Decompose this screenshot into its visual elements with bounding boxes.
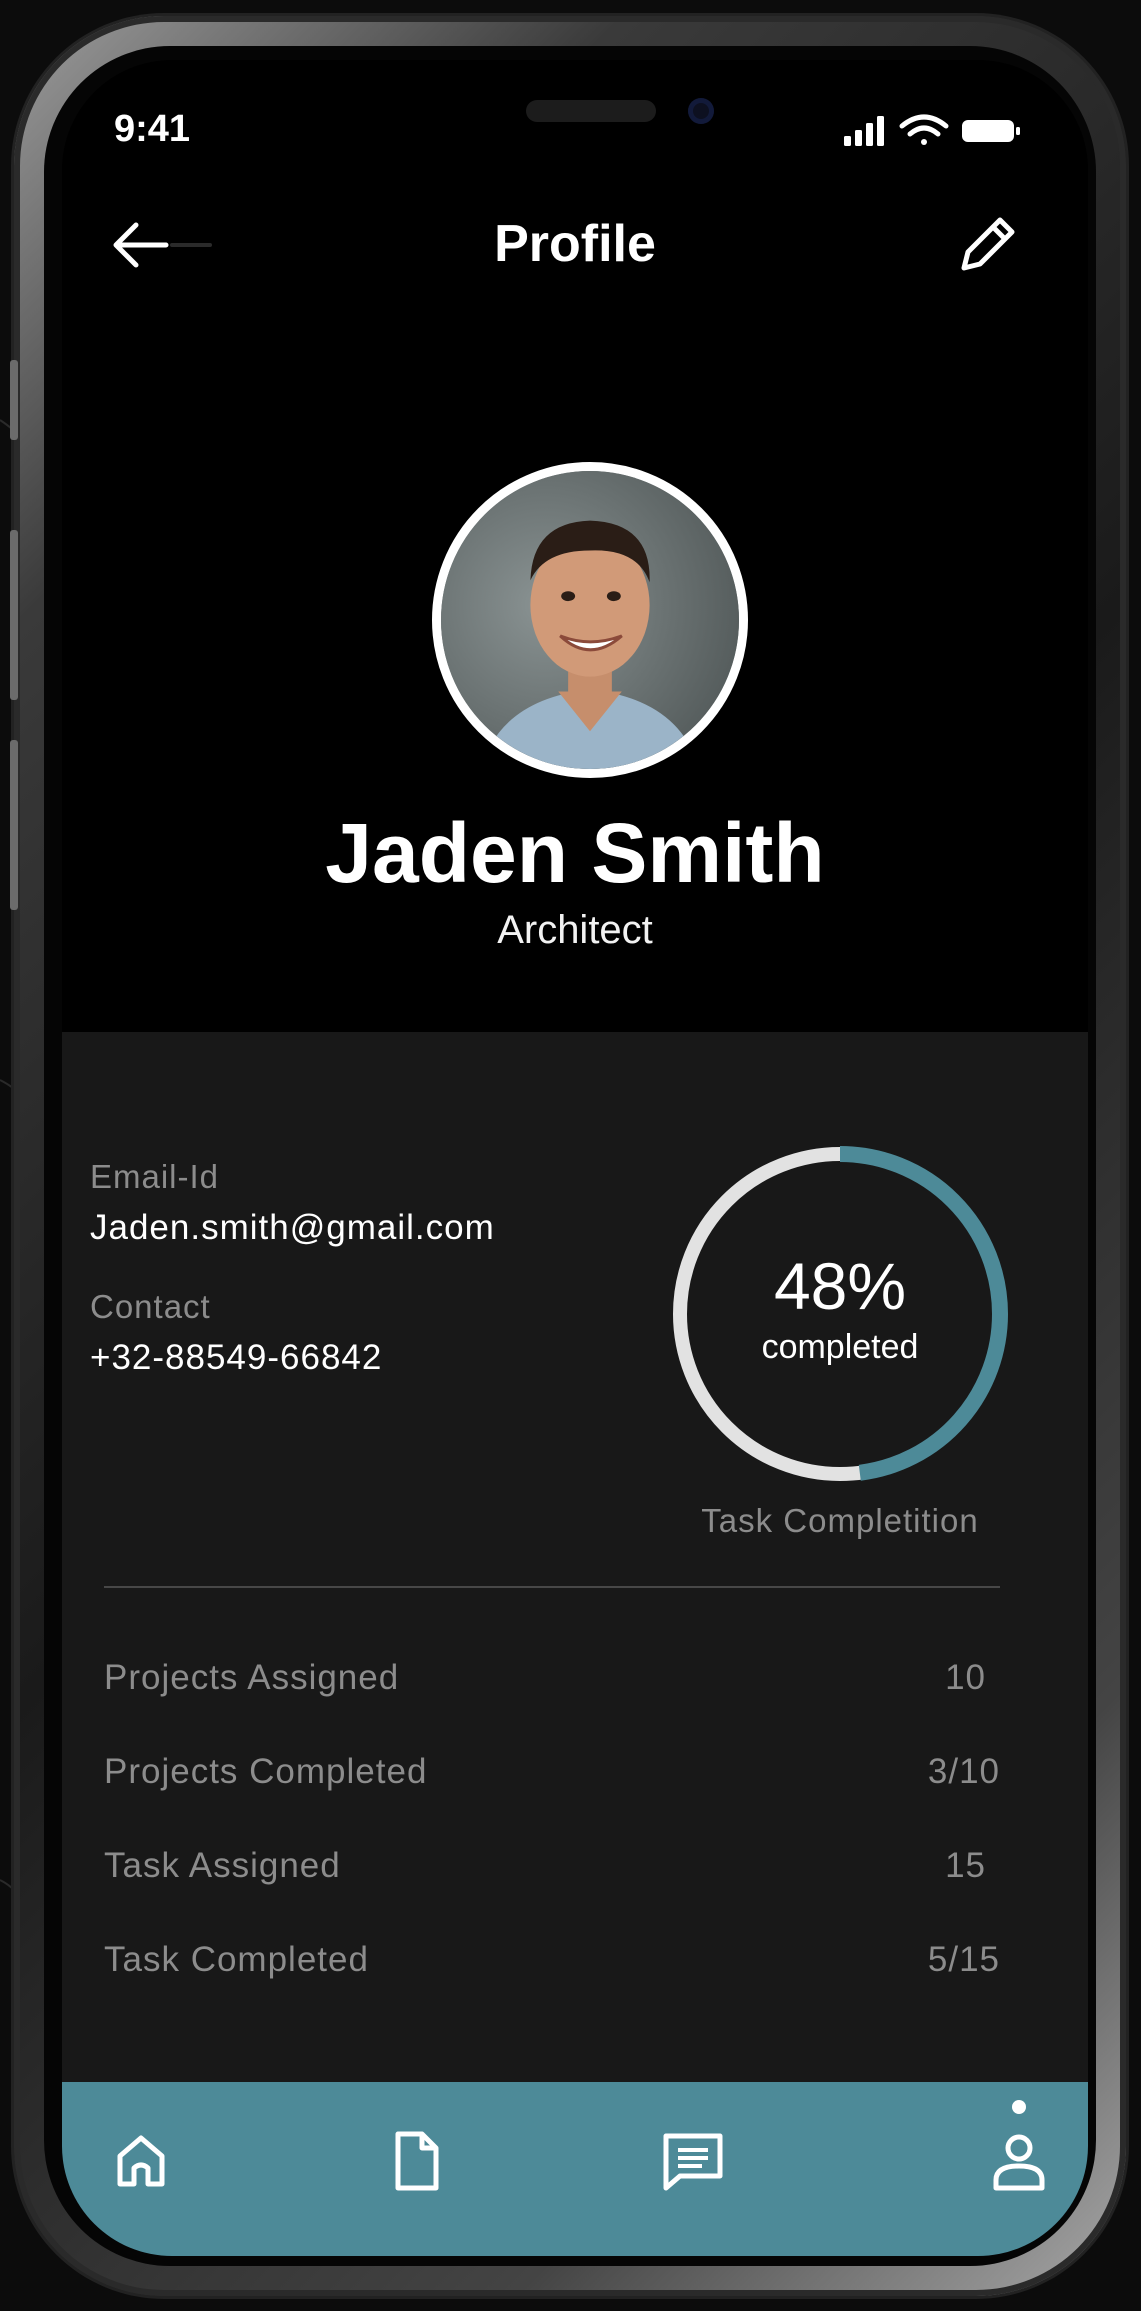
status-icons <box>844 114 1020 146</box>
progress-percent: 48% <box>773 1249 907 1323</box>
stat-label: Task Completed <box>104 1940 369 1979</box>
stat-label: Projects Completed <box>104 1752 428 1791</box>
stat-label: Projects Assigned <box>104 1658 400 1697</box>
home-icon <box>117 2135 165 2187</box>
avatar-photo <box>441 471 739 769</box>
stat-value: 10 <box>945 1658 986 1697</box>
chat-icon <box>663 2133 723 2191</box>
wifi-icon <box>899 114 949 145</box>
volume-down-button <box>10 740 18 910</box>
contact-label: Contact <box>90 1288 211 1325</box>
document-icon <box>395 2131 439 2191</box>
stat-value: 15 <box>945 1846 986 1885</box>
nav-messages[interactable] <box>658 2126 728 2196</box>
nav-home[interactable] <box>106 2126 176 2196</box>
profile-role: Architect <box>497 908 653 952</box>
profile-details-card: Email-Id Jaden.smith@gmail.com Contact +… <box>62 1032 1088 2082</box>
email-value: Jaden.smith@gmail.com <box>90 1208 495 1247</box>
signal-icon <box>844 116 884 146</box>
stat-row-projects-completed: Projects Completed 3/10 <box>104 1752 1000 1802</box>
stat-row-projects-assigned: Projects Assigned 10 <box>104 1658 1000 1708</box>
page-title: Profile <box>494 215 656 273</box>
edit-pencil-icon[interactable] <box>956 210 1022 276</box>
battery-icon <box>962 120 1020 142</box>
active-tab-indicator <box>1012 2100 1026 2114</box>
email-label: Email-Id <box>90 1158 220 1195</box>
profile-icon <box>993 2134 1045 2191</box>
bottom-navigation <box>62 2082 1088 2256</box>
divider <box>104 1586 1000 1588</box>
status-time: 9:41 <box>114 108 191 150</box>
front-camera <box>688 98 714 124</box>
stat-value: 5/15 <box>927 1940 1000 1979</box>
speaker-grille <box>526 100 656 122</box>
avatar <box>432 462 748 778</box>
progress-sub-label: completed <box>761 1328 919 1366</box>
progress-caption: Task Completition <box>701 1502 979 1539</box>
nav-documents[interactable] <box>380 2126 450 2196</box>
profile-name: Jaden Smith <box>325 806 825 900</box>
stat-value: 3/10 <box>927 1752 1000 1791</box>
volume-up-button <box>10 530 18 700</box>
task-progress-ring: 48% completed <box>666 1140 1014 1488</box>
nav-profile[interactable] <box>984 2126 1054 2196</box>
stat-label: Task Assigned <box>104 1846 341 1885</box>
stat-row-task-assigned: Task Assigned 15 <box>104 1846 1000 1896</box>
mute-switch <box>10 360 18 440</box>
contact-value: +32-88549-66842 <box>90 1338 383 1377</box>
phone-screen: 9:41 Profile Jaden Smith Architect Email… <box>62 60 1088 2256</box>
stat-row-task-completed: Task Completed 5/15 <box>104 1940 1000 1990</box>
